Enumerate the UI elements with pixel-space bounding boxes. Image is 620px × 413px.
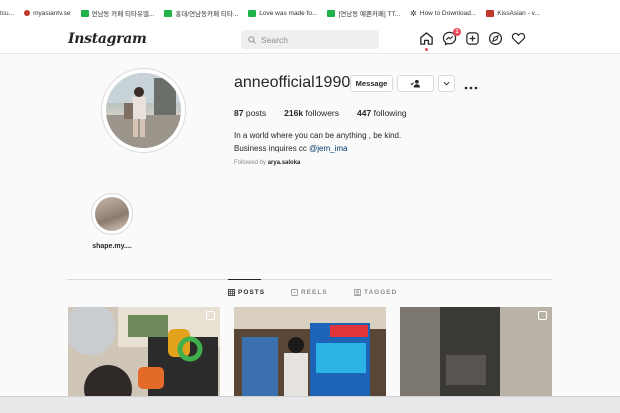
nav-icons: 1	[419, 28, 526, 51]
home-indicator-dot	[425, 48, 428, 51]
reel-badge-icon	[206, 311, 215, 320]
bookmark-favicon-icon	[248, 9, 257, 17]
bookmarks-bar: tcu... myasiantv.se 연남동 카페 티타유엘... 홍대/연남…	[0, 0, 620, 26]
active-tab-indicator	[228, 279, 261, 280]
tab-tagged[interactable]: TAGGED	[354, 289, 397, 296]
tab-posts-label: POSTS	[238, 289, 266, 296]
bookmark-label: 홍대/연남동카페 티타...	[175, 11, 239, 18]
search-input[interactable]: Search	[241, 30, 379, 49]
more-dots-icon	[464, 86, 478, 90]
tab-posts[interactable]: POSTS	[228, 289, 265, 296]
message-button[interactable]: Message	[350, 75, 393, 92]
home-icon[interactable]	[419, 31, 434, 51]
highlight-label: shape.my....	[92, 243, 132, 250]
story-highlight[interactable]	[91, 193, 133, 235]
activity-heart-icon[interactable]	[511, 31, 526, 46]
new-post-icon[interactable]	[465, 31, 480, 46]
search-icon	[248, 35, 256, 44]
reels-icon	[291, 289, 298, 296]
post-thumbnail[interactable]	[234, 307, 386, 397]
post-image	[400, 307, 552, 397]
followers-stat[interactable]: 216k followers	[284, 108, 339, 118]
post-thumbnail[interactable]	[400, 307, 552, 397]
posts-stat: 87 posts	[234, 108, 266, 118]
bookmark-label: 연남동 카페 티타유엘...	[91, 11, 155, 18]
chevron-down-icon	[443, 81, 450, 86]
bio-prefix: Business inquires cc	[234, 143, 310, 153]
followed-by-prefix: Followed by	[234, 160, 268, 166]
grid-icon	[228, 289, 235, 296]
post-thumbnail[interactable]	[68, 307, 220, 397]
tabs-divider	[67, 279, 552, 280]
bookmark-label: Love was made fo...	[259, 9, 318, 17]
bookmark-favicon-icon	[486, 9, 495, 17]
bookmark-item[interactable]: Love was made fo...	[248, 9, 318, 17]
followed-by[interactable]: Followed by arya.saloka	[234, 160, 300, 166]
bookmark-item[interactable]: [연남동 예쁜카페] TT...	[327, 8, 400, 18]
bookmark-item[interactable]: ✲ How to Download...	[410, 9, 476, 18]
bio-line-1: In a world where you can be anything , b…	[234, 131, 402, 140]
bookmark-favicon-icon	[327, 9, 336, 17]
followed-by-user: arya.saloka	[267, 160, 301, 166]
following-label: following	[373, 108, 407, 118]
more-options-button[interactable]	[464, 79, 478, 90]
search-placeholder: Search	[261, 34, 288, 45]
profile-stats: 87 posts 216k followers 447 following	[234, 108, 407, 118]
bookmark-favicon-icon: ✲	[410, 8, 417, 18]
bio-mention-link[interactable]: @jem_ima	[309, 144, 347, 153]
following-button[interactable]	[397, 75, 434, 92]
tab-reels-label: REELS	[301, 289, 328, 296]
post-image	[68, 307, 220, 397]
bookmark-item[interactable]: 연남동 카페 티타유엘...	[80, 8, 155, 18]
profile-username: anneofficial1990	[234, 74, 351, 91]
tagged-icon	[354, 289, 361, 296]
post-image	[234, 307, 386, 397]
bookmark-label: [연남동 예쁜카페] TT...	[338, 11, 401, 18]
profile-bio: In a world where you can be anything , b…	[234, 130, 401, 155]
bookmark-label: KissAsian - v...	[497, 9, 540, 17]
posts-label: posts	[245, 108, 267, 118]
profile-avatar	[106, 73, 181, 148]
explore-compass-icon[interactable]	[488, 31, 503, 46]
tab-tagged-label: TAGGED	[364, 289, 398, 296]
following-stat[interactable]: 447 following	[357, 108, 407, 118]
messenger-icon[interactable]: 1	[442, 28, 461, 46]
bookmark-label: myasiantv.se	[33, 9, 71, 17]
followers-label: followers	[305, 108, 340, 118]
bookmark-item[interactable]: tcu...	[0, 10, 14, 17]
bookmark-item[interactable]: KissAsian - v...	[486, 9, 540, 17]
reel-badge-icon	[538, 311, 547, 320]
top-nav: Instagram Search 1	[0, 26, 620, 54]
following-count: 447	[357, 108, 372, 118]
tab-reels[interactable]: REELS	[291, 289, 328, 296]
suggested-dropdown-button[interactable]	[438, 75, 455, 92]
bookmark-label: How to Download...	[419, 9, 477, 17]
posts-count: 87	[234, 108, 244, 118]
bookmark-item[interactable]: 홍대/연남동카페 티타...	[164, 8, 238, 18]
bookmark-favicon-icon	[24, 10, 31, 16]
instagram-logo[interactable]: Instagram	[68, 31, 147, 47]
highlight-cover	[95, 197, 129, 231]
followers-count: 216k	[284, 108, 304, 118]
notification-badge: 1	[453, 28, 461, 36]
bookmark-item[interactable]: myasiantv.se	[24, 9, 71, 17]
bookmark-label: tcu...	[0, 9, 15, 17]
os-dock	[0, 396, 620, 413]
bookmark-favicon-icon	[80, 9, 89, 17]
bio-line-2: Business inquires cc @jem_ima	[234, 143, 401, 156]
profile-avatar-ring[interactable]	[101, 68, 186, 153]
person-check-icon	[410, 79, 420, 88]
bookmark-favicon-icon	[164, 9, 173, 17]
